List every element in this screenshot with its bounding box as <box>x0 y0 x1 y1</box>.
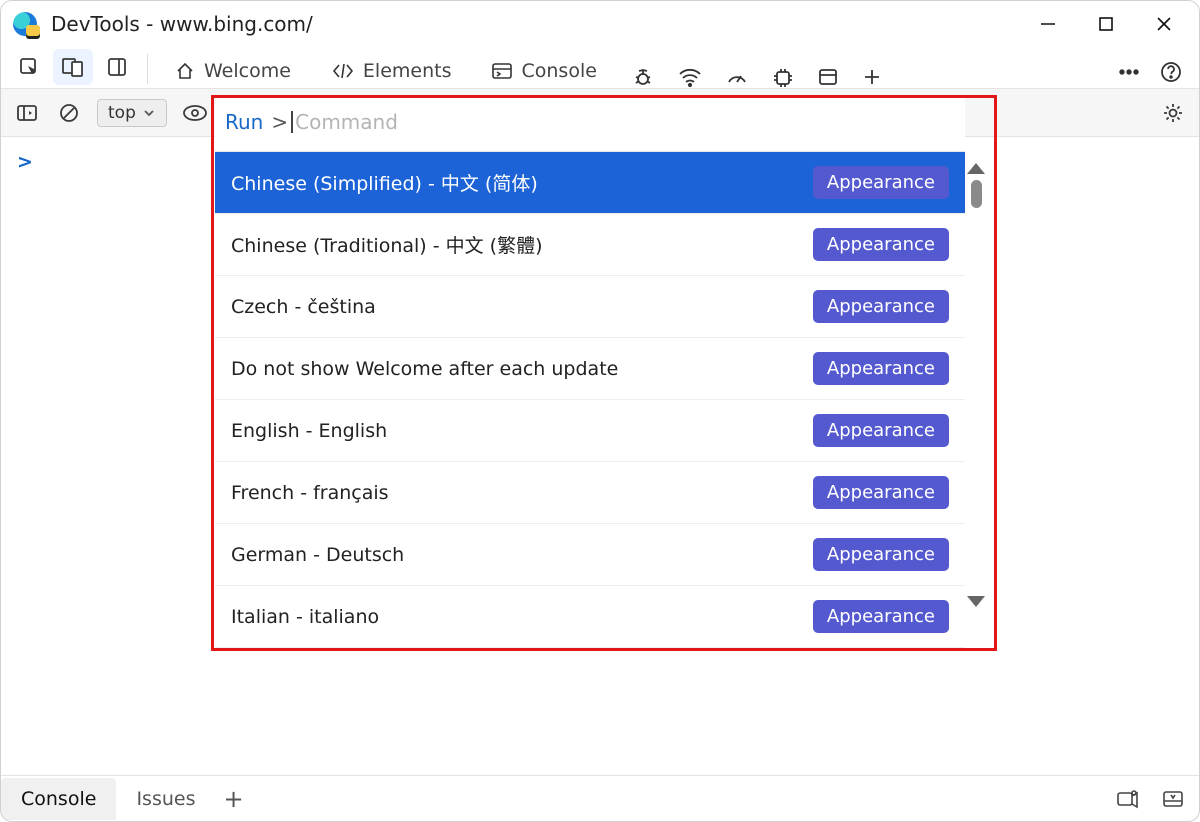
drawer-tab-console[interactable]: Console <box>1 778 116 820</box>
command-item[interactable]: English - English Appearance <box>215 400 965 462</box>
command-item[interactable]: Italian - italiano Appearance <box>215 586 965 648</box>
command-item-label: English - English <box>231 420 387 442</box>
performance-icon[interactable] <box>725 66 749 88</box>
drawer-tabbar: Console Issues + <box>1 775 1199 821</box>
tab-elements[interactable]: Elements <box>331 60 452 88</box>
code-icon <box>331 61 355 81</box>
toggle-sidebar-icon[interactable] <box>13 99 41 127</box>
context-selector[interactable]: top <box>97 99 167 127</box>
prompt-prefix: > <box>271 110 288 134</box>
home-icon <box>174 60 196 82</box>
tabbar: Welcome Elements Console <box>1 47 1199 89</box>
network-icon[interactable] <box>677 66 703 88</box>
run-label: Run <box>225 110 263 134</box>
command-item[interactable]: Chinese (Simplified) - 中文 (简体) Appearance <box>215 152 965 214</box>
command-list: Chinese (Simplified) - 中文 (简体) Appearance… <box>215 151 965 648</box>
command-item[interactable]: Chinese (Traditional) - 中文 (繁體) Appearanc… <box>215 214 965 276</box>
add-tab-icon[interactable] <box>861 66 883 88</box>
command-item-label: Czech - čeština <box>231 296 376 318</box>
drawer-add-tab-icon[interactable]: + <box>223 785 243 813</box>
app-icon <box>13 12 37 36</box>
live-expression-icon[interactable] <box>181 99 209 127</box>
scroll-up-icon[interactable] <box>967 163 985 174</box>
chevron-down-icon <box>142 106 156 120</box>
scroll-down-icon[interactable] <box>967 596 985 607</box>
bug-icon[interactable] <box>631 66 655 88</box>
command-item-category: Appearance <box>813 476 949 509</box>
command-item-category: Appearance <box>813 352 949 385</box>
dock-side-icon[interactable] <box>97 49 137 85</box>
command-item-category: Appearance <box>813 600 949 633</box>
command-item-label: French - français <box>231 482 389 504</box>
help-icon[interactable] <box>1159 60 1183 84</box>
window-title: DevTools - www.bing.com/ <box>51 12 313 36</box>
tab-console-label: Console <box>521 60 596 82</box>
command-item-label: Chinese (Simplified) - 中文 (简体) <box>231 169 538 196</box>
command-item-label: Do not show Welcome after each update <box>231 358 618 380</box>
more-icon[interactable] <box>1117 61 1141 83</box>
memory-chip-icon[interactable] <box>771 66 795 88</box>
close-button[interactable] <box>1135 1 1193 47</box>
tab-console[interactable]: Console <box>491 60 596 88</box>
clear-console-icon[interactable] <box>55 99 83 127</box>
text-cursor <box>291 111 293 133</box>
command-item-category: Appearance <box>813 166 949 199</box>
command-item-label: Chinese (Traditional) - 中文 (繁體) <box>231 231 543 258</box>
palette-scrollbar[interactable] <box>967 163 991 593</box>
tab-welcome-label: Welcome <box>204 60 291 82</box>
command-item-category: Appearance <box>813 228 949 261</box>
minimize-button[interactable] <box>1019 1 1077 47</box>
titlebar: DevTools - www.bing.com/ <box>1 1 1199 47</box>
command-input-row[interactable]: Run > Command <box>215 97 965 147</box>
command-item[interactable]: Do not show Welcome after each update App… <box>215 338 965 400</box>
device-emulation-icon[interactable] <box>53 49 93 85</box>
console-main: > Run > Command Chinese (Simplified) - 中… <box>1 137 1199 775</box>
tab-elements-label: Elements <box>363 60 452 82</box>
drawer-tab-issues[interactable]: Issues <box>116 778 215 820</box>
context-selector-label: top <box>108 103 136 123</box>
scroll-thumb[interactable] <box>971 180 982 208</box>
maximize-button[interactable] <box>1077 1 1135 47</box>
console-settings-icon[interactable] <box>1159 99 1187 127</box>
whats-new-icon[interactable] <box>1115 788 1141 810</box>
command-item-category: Appearance <box>813 290 949 323</box>
tab-welcome[interactable]: Welcome <box>174 60 291 88</box>
command-item-label: German - Deutsch <box>231 544 404 566</box>
inspect-element-icon[interactable] <box>9 49 49 85</box>
command-item[interactable]: German - Deutsch Appearance <box>215 524 965 586</box>
command-item[interactable]: Czech - čeština Appearance <box>215 276 965 338</box>
command-item-label: Italian - italiano <box>231 606 379 628</box>
command-placeholder: Command <box>295 110 398 134</box>
command-item-category: Appearance <box>813 538 949 571</box>
command-item[interactable]: French - français Appearance <box>215 462 965 524</box>
dock-drawer-icon[interactable] <box>1161 788 1185 810</box>
command-palette: Run > Command Chinese (Simplified) - 中文 … <box>215 97 965 648</box>
command-item-category: Appearance <box>813 414 949 447</box>
console-icon <box>491 61 513 81</box>
application-icon[interactable] <box>817 66 839 88</box>
console-prompt-caret[interactable]: > <box>17 151 33 173</box>
